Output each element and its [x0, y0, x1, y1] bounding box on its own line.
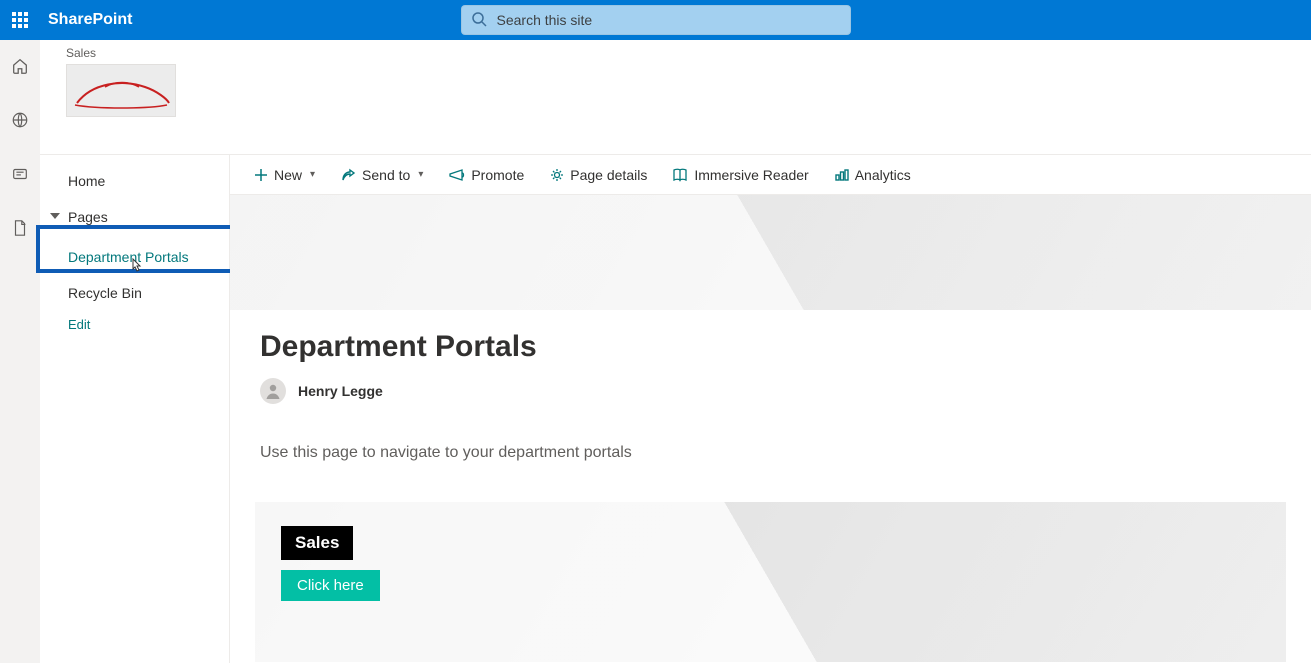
search-wrapper — [461, 5, 851, 35]
cmd-immersive-reader-label: Immersive Reader — [694, 167, 808, 183]
cmd-send-to-label: Send to — [362, 167, 410, 183]
author-name[interactable]: Henry Legge — [298, 383, 383, 399]
cmd-page-details[interactable]: Page details — [550, 167, 647, 183]
share-icon — [341, 168, 356, 182]
plus-icon — [254, 168, 268, 182]
cmd-analytics[interactable]: Analytics — [835, 167, 911, 183]
search-box[interactable] — [461, 5, 851, 35]
nav-item-department-portals[interactable]: Department Portals — [40, 239, 229, 275]
suite-bar: SharePoint — [0, 0, 1311, 40]
site-header: Sales — [40, 40, 1311, 155]
chevron-down-icon: ▾ — [310, 169, 315, 180]
page-title: Department Portals — [260, 330, 1281, 364]
rail-news-button[interactable] — [4, 158, 36, 190]
cmd-send-to[interactable]: Send to ▾ — [341, 167, 423, 183]
hero-card-button[interactable]: Click here — [281, 570, 380, 601]
search-icon — [471, 11, 487, 30]
rail-home-button[interactable] — [4, 50, 36, 82]
waffle-icon — [12, 12, 28, 28]
settings-icon — [550, 168, 564, 182]
site-breadcrumb[interactable]: Sales — [66, 46, 1311, 60]
person-icon — [264, 382, 282, 400]
cmd-analytics-label: Analytics — [855, 167, 911, 183]
cmd-promote-label: Promote — [471, 167, 524, 183]
rail-globe-button[interactable] — [4, 104, 36, 136]
cmd-immersive-reader[interactable]: Immersive Reader — [673, 167, 808, 183]
app-launcher-button[interactable] — [0, 0, 40, 40]
news-icon — [11, 165, 29, 183]
command-bar: New ▾ Send to ▾ Promote Page details Imm… — [230, 155, 1311, 195]
page-body: Department Portals Henry Legge Use this … — [230, 310, 1311, 662]
globe-icon — [11, 111, 29, 129]
nav-edit-link[interactable]: Edit — [40, 317, 229, 332]
main-content: New ▾ Send to ▾ Promote Page details Imm… — [230, 155, 1311, 663]
site-logo[interactable] — [66, 64, 176, 117]
nav-item-pages[interactable]: Pages — [40, 199, 229, 235]
cmd-page-details-label: Page details — [570, 167, 647, 183]
hero-webpart: Sales Click here — [255, 502, 1286, 662]
hero-card-title: Sales — [281, 526, 353, 560]
rail-files-button[interactable] — [4, 212, 36, 244]
chevron-down-icon: ▾ — [418, 169, 423, 180]
car-logo-icon — [67, 65, 176, 117]
megaphone-icon — [449, 169, 465, 181]
nav-item-home[interactable]: Home — [40, 163, 229, 199]
cmd-promote[interactable]: Promote — [449, 167, 524, 183]
search-input[interactable] — [495, 11, 841, 29]
file-icon — [12, 219, 28, 237]
author-avatar[interactable] — [260, 378, 286, 404]
page-intro-text: Use this page to navigate to your depart… — [260, 444, 1281, 462]
nav-item-recycle-bin[interactable]: Recycle Bin — [40, 275, 229, 311]
home-icon — [11, 57, 29, 75]
suite-brand[interactable]: SharePoint — [48, 11, 132, 29]
author-row: Henry Legge — [260, 378, 1281, 404]
app-rail — [0, 40, 40, 663]
analytics-icon — [835, 169, 849, 181]
book-icon — [673, 168, 688, 182]
cmd-new[interactable]: New ▾ — [254, 167, 315, 183]
page-hero-banner — [230, 195, 1311, 310]
cmd-new-label: New — [274, 167, 302, 183]
left-navigation: Home Pages Department Portals Recycle Bi… — [40, 155, 230, 663]
